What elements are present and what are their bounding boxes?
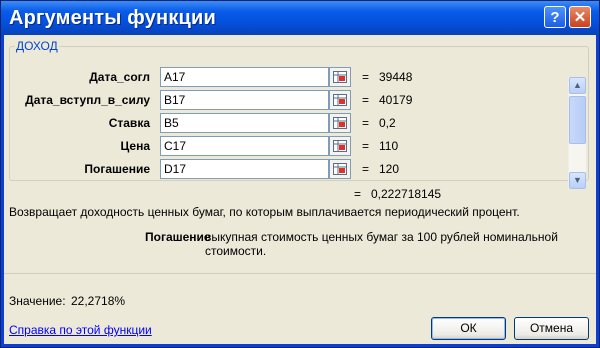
arg-label: Дата_согл (89, 70, 150, 84)
value-label: Значение: (9, 294, 66, 308)
equals-sign: = (362, 93, 370, 107)
range-select-icon (333, 140, 347, 152)
arg-result: 110 (379, 139, 399, 153)
range-select-button[interactable] (329, 159, 351, 179)
arg-help-name: Погашение (145, 230, 211, 244)
range-select-button[interactable] (329, 113, 351, 133)
range-select-icon (333, 163, 347, 175)
range-select-icon (333, 94, 347, 106)
args-scrollbar[interactable]: ▲ ▼ (568, 77, 586, 189)
arg-label: Дата_вступл_в_силу (25, 93, 150, 107)
help-button[interactable]: ? (544, 6, 566, 28)
arg-help-text-line1: выкупная стоимость ценных бумаг за 100 р… (205, 230, 558, 244)
arg-result: 39448 (379, 70, 413, 84)
help-link[interactable]: Справка по этой функции (9, 323, 152, 337)
formula-result: 0,222718145 (371, 187, 442, 201)
dialog-body: ДОХОД Дата_согл A17 = 39448 Дата_вступл_… (4, 35, 596, 344)
arg-input-maturity[interactable]: B17 (160, 90, 329, 110)
ok-button[interactable]: ОК (431, 317, 506, 340)
range-select-icon (333, 117, 347, 129)
arg-input-settlement[interactable]: A17 (160, 67, 329, 87)
range-select-button[interactable] (329, 90, 351, 110)
scroll-down-icon[interactable]: ▼ (569, 172, 586, 189)
equals-sign: = (362, 139, 370, 153)
arg-label: Погашение (84, 162, 150, 176)
close-button[interactable]: ✕ (569, 6, 591, 28)
function-arguments-dialog: Аргументы функции ? ✕ ДОХОД Дата_согл A1… (0, 0, 600, 348)
range-select-button[interactable] (329, 67, 351, 87)
dialog-title: Аргументы функции (9, 7, 217, 29)
divider (4, 273, 596, 274)
equals-sign: = (362, 162, 370, 176)
range-select-button[interactable] (329, 136, 351, 156)
value-result: 22,2718% (71, 294, 126, 308)
arg-input-price[interactable]: C17 (160, 136, 329, 156)
equals-sign: = (362, 70, 370, 84)
scroll-thumb[interactable] (569, 96, 586, 144)
title-bar[interactable]: Аргументы функции ? ✕ (1, 1, 599, 35)
function-description: Возвращает доходность ценных бумаг, по к… (9, 205, 520, 219)
arg-label: Ставка (108, 116, 150, 130)
function-group: ДОХОД Дата_согл A17 = 39448 Дата_вступл_… (9, 39, 589, 189)
arg-result: 0,2 (379, 116, 396, 130)
cancel-button[interactable]: Отмена (514, 317, 589, 340)
function-name: ДОХОД (16, 39, 58, 53)
range-select-icon (333, 71, 347, 83)
equals-sign: = (362, 116, 370, 130)
formula-result-equals: = (354, 187, 362, 201)
arg-help-text-line2: стоимости. (205, 244, 267, 258)
arg-label: Цена (120, 139, 150, 153)
arg-input-redemption[interactable]: D17 (160, 159, 329, 179)
arg-result: 120 (379, 162, 400, 176)
arg-result: 40179 (379, 93, 413, 107)
arg-input-rate[interactable]: B5 (160, 113, 329, 133)
scroll-up-icon[interactable]: ▲ (569, 77, 586, 94)
